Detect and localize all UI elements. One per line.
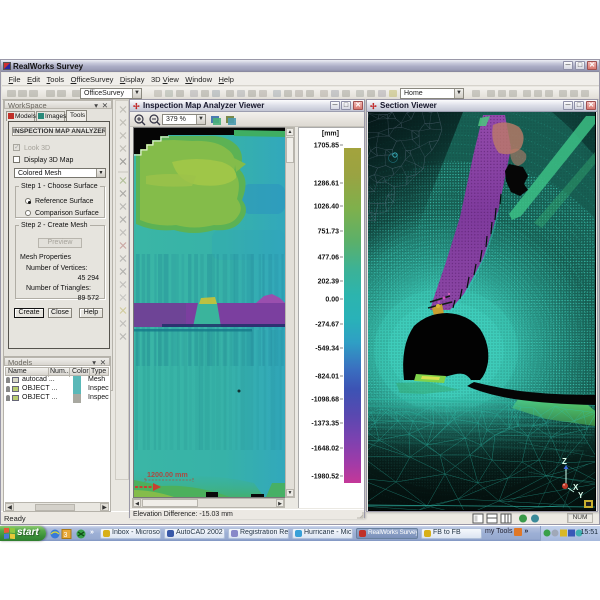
svg-text:Z: Z [562,457,567,466]
svg-text:-1980.52: -1980.52 [311,474,339,481]
svg-text:-549.34: -549.34 [315,346,339,353]
svg-text:477.06: 477.06 [318,255,340,262]
svg-text:1286.61: 1286.61 [314,181,339,188]
svg-text:1200.00 mm: 1200.00 mm [147,470,188,479]
svg-text:»: » [90,529,94,536]
svg-text:202.39: 202.39 [318,279,340,286]
svg-text:-824.01: -824.01 [315,374,339,381]
svg-text:1026.40: 1026.40 [314,204,339,211]
svg-text:-1373.35: -1373.35 [311,421,339,428]
svg-text:751.73: 751.73 [318,229,340,236]
svg-text:-1648.02: -1648.02 [311,446,339,453]
svg-text:-274.67: -274.67 [315,322,339,329]
svg-text:-1098.68: -1098.68 [311,397,339,404]
svg-text:[mm]: [mm] [322,131,339,138]
svg-text:3: 3 [64,532,68,539]
svg-text:1705.85: 1705.85 [314,143,339,150]
svg-text:Y: Y [578,491,584,500]
svg-text:0.00: 0.00 [325,297,339,304]
